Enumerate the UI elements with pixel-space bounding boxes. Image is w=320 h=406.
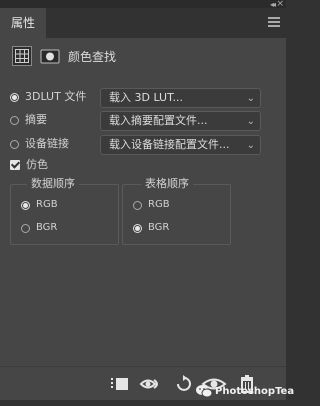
label-3dlut-file: 3DLUT 文件 xyxy=(25,90,87,103)
label-abstract: 摘要 xyxy=(25,113,47,126)
table-order-bgr-label: BGR xyxy=(148,222,170,233)
panel-menu-icon[interactable] xyxy=(268,17,280,27)
tab-properties[interactable]: 属性 xyxy=(0,8,46,38)
panel-top-strip: ◂◂ × xyxy=(0,0,286,9)
bottom-strip xyxy=(0,400,286,404)
dropdown-3dlut[interactable]: 载入 3D LUT... ⌄ xyxy=(100,88,261,108)
data-order-bgr-label: BGR xyxy=(36,222,58,233)
wechat-icon xyxy=(196,384,213,398)
table-order-rgb-label: RGB xyxy=(148,199,170,210)
clip-to-layer-icon[interactable] xyxy=(108,375,128,393)
adjustment-header: 颜色查找 xyxy=(0,38,286,74)
dropdown-device-link-value: 载入设备链接配置文件... xyxy=(109,138,230,151)
table-order-group: 表格顺序 RGB BGR xyxy=(122,177,231,245)
layer-mask-icon[interactable] xyxy=(40,46,60,66)
adjustment-title: 颜色查找 xyxy=(68,50,117,64)
radio-device-link-indicator[interactable] xyxy=(10,139,19,149)
radio-3dlut-file[interactable]: 3DLUT 文件 xyxy=(10,89,86,105)
adjustment-grid-icon[interactable] xyxy=(12,46,32,66)
dither-checkbox[interactable] xyxy=(10,160,20,170)
watermark-text: PhotoshopTea xyxy=(215,386,295,397)
label-device-link: 设备链接 xyxy=(25,137,69,150)
view-previous-state-icon[interactable] xyxy=(139,375,159,393)
data-order-bgr-radio[interactable] xyxy=(21,223,30,233)
radio-3dlut-indicator[interactable] xyxy=(10,92,19,102)
table-order-title: 表格顺序 xyxy=(141,177,193,191)
table-order-bgr-radio[interactable] xyxy=(133,223,142,233)
data-order-rgb-radio[interactable] xyxy=(21,200,30,210)
dropdown-abstract-value: 载入摘要配置文件... xyxy=(109,114,208,127)
dither-checkbox-row[interactable]: 仿色 xyxy=(10,157,48,173)
chevron-down-icon: ⌄ xyxy=(246,93,255,104)
dropdown-abstract[interactable]: 载入摘要配置文件... ⌄ xyxy=(100,111,261,131)
data-order-rgb[interactable]: RGB xyxy=(21,198,58,212)
label-dither: 仿色 xyxy=(26,158,48,171)
chevron-down-icon: ⌄ xyxy=(246,140,255,151)
dropdown-device-link[interactable]: 载入设备链接配置文件... ⌄ xyxy=(100,135,261,155)
properties-panel: ◂◂ × 属性 颜色查找 3DLUT 文件 载入 3D LUT... ⌄ 摘要 … xyxy=(0,0,294,404)
table-order-bgr[interactable]: BGR xyxy=(133,221,169,235)
table-order-rgb[interactable]: RGB xyxy=(133,198,170,212)
reset-icon[interactable] xyxy=(173,375,193,393)
table-order-rgb-radio[interactable] xyxy=(133,200,142,210)
data-order-group: 数据顺序 RGB BGR xyxy=(10,177,119,245)
radio-abstract[interactable]: 摘要 xyxy=(10,112,47,128)
radio-device-link[interactable]: 设备链接 xyxy=(10,136,69,152)
dropdown-3dlut-value: 载入 3D LUT... xyxy=(109,91,183,104)
data-order-rgb-label: RGB xyxy=(36,199,58,210)
radio-abstract-indicator[interactable] xyxy=(10,115,19,125)
data-order-title: 数据顺序 xyxy=(27,177,79,191)
data-order-bgr[interactable]: BGR xyxy=(21,221,57,235)
panel-tab-bar: 属性 xyxy=(0,8,286,38)
chevron-down-icon: ⌄ xyxy=(246,116,255,127)
watermark: PhotoshopTea xyxy=(196,382,294,402)
